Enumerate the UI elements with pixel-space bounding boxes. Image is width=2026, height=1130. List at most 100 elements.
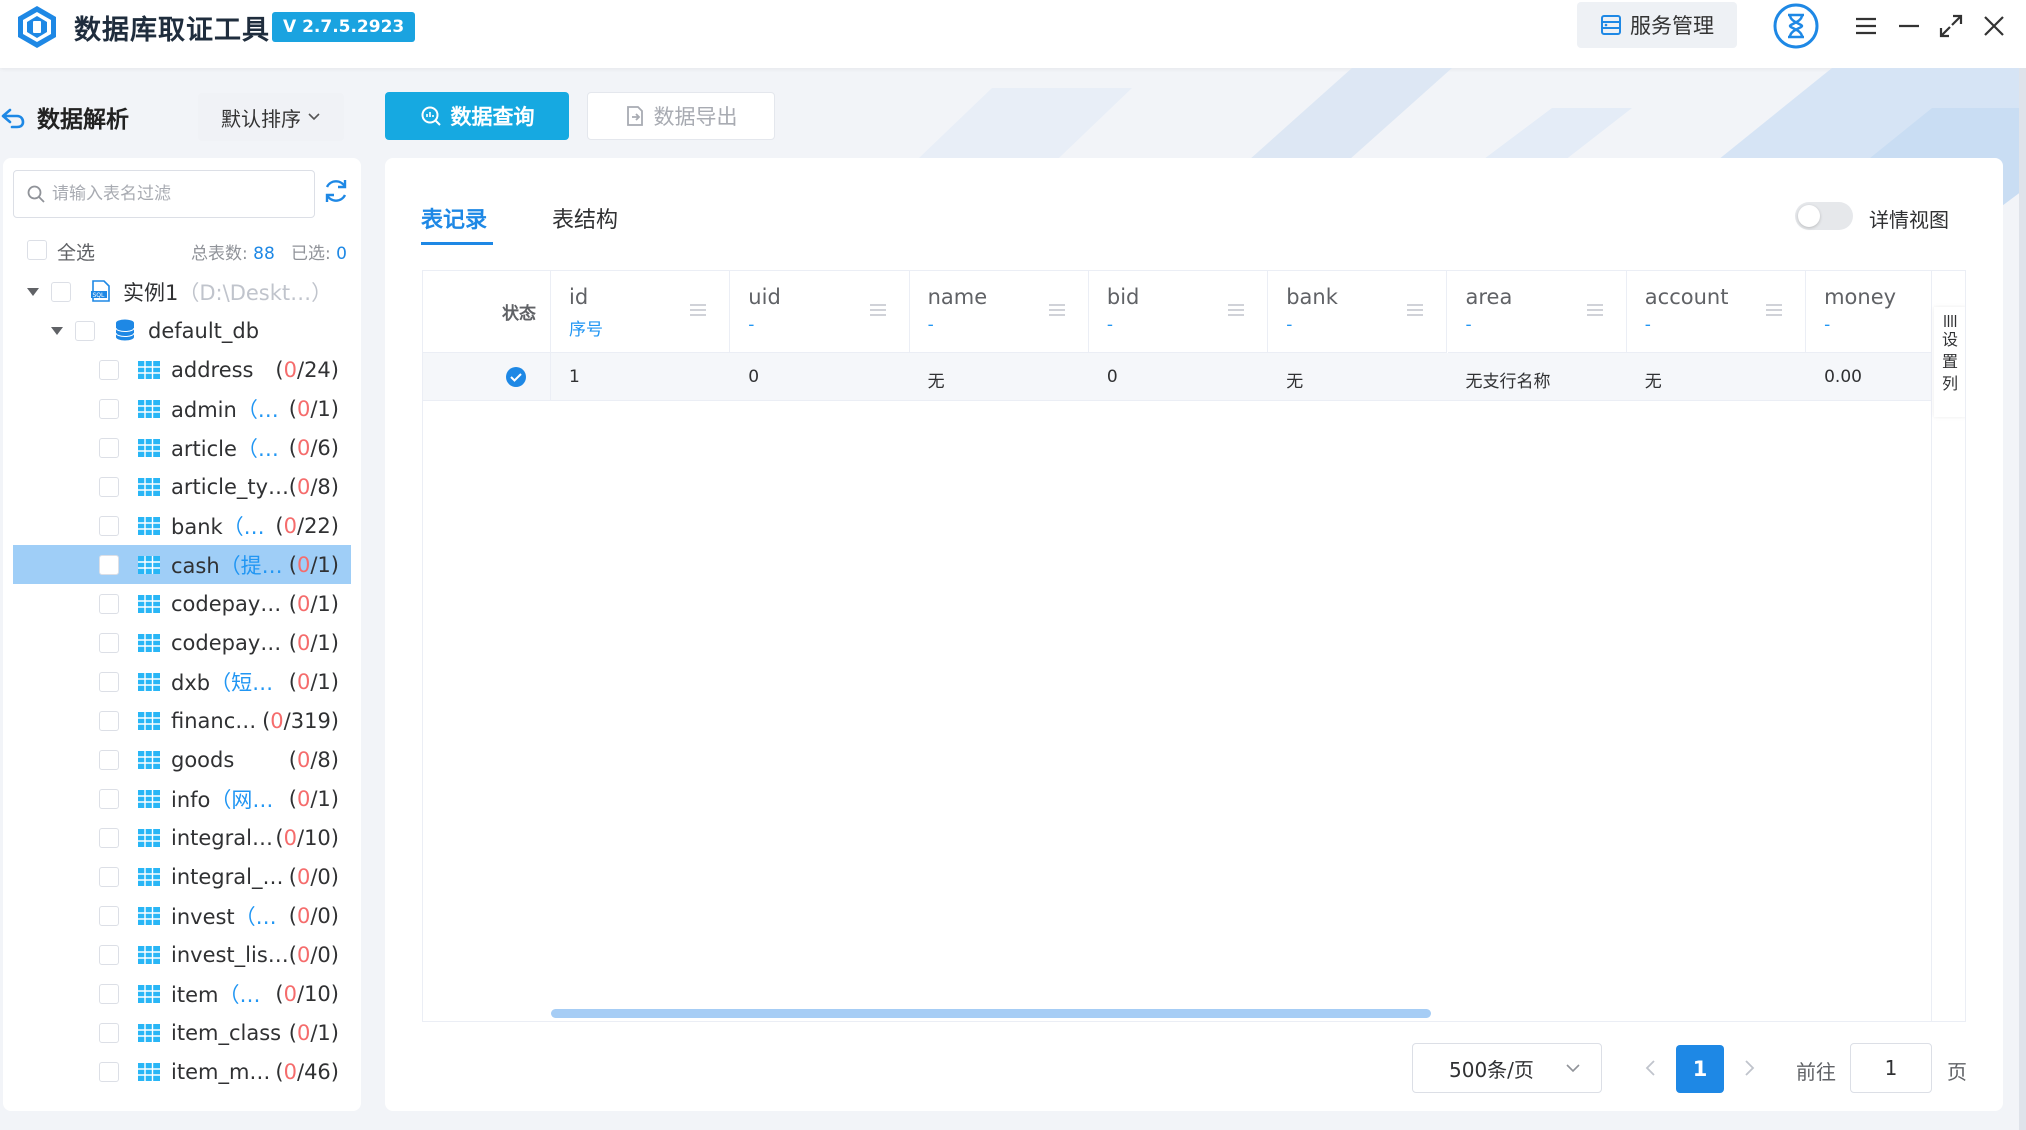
table-checkbox[interactable] — [99, 828, 119, 848]
column-settings-button[interactable]: 设置列 — [1934, 307, 1965, 417]
column-header[interactable]: area - — [1447, 271, 1627, 353]
current-page-button[interactable]: 1 — [1676, 1045, 1724, 1093]
table-checkbox[interactable] — [99, 672, 119, 692]
next-page-icon[interactable] — [1739, 1056, 1759, 1080]
close-icon[interactable] — [1980, 12, 2008, 40]
goto-page-input[interactable] — [1850, 1043, 1932, 1093]
menu-icon[interactable] — [1852, 12, 1880, 40]
instance-checkbox[interactable] — [51, 282, 71, 302]
column-menu-icon[interactable] — [1048, 301, 1066, 319]
table-checkbox[interactable] — [99, 945, 119, 965]
column-header[interactable]: bank - — [1268, 271, 1448, 353]
tab-structure[interactable]: 表结构 — [552, 202, 618, 234]
page-size-select[interactable]: 500条/页 — [1412, 1043, 1602, 1093]
table-record-count: (0/0) — [288, 864, 339, 889]
tree-table-item[interactable]: goods (0/8) — [13, 740, 351, 779]
tree-table-item[interactable]: invest_lis… (0/0) — [13, 935, 351, 974]
column-menu-icon[interactable] — [1765, 301, 1783, 319]
data-query-button[interactable]: 数据查询 — [385, 92, 569, 140]
table-checkbox[interactable] — [99, 867, 119, 887]
column-menu-icon[interactable] — [1227, 301, 1245, 319]
refresh-icon[interactable] — [321, 176, 351, 206]
tree-table-item[interactable]: article_ty… (0/8) — [13, 467, 351, 506]
tree-table-item[interactable]: invest（… (0/0) — [13, 896, 351, 935]
database-checkbox[interactable] — [75, 321, 95, 341]
table-record-count: (0/1) — [288, 669, 339, 694]
prev-page-icon[interactable] — [1641, 1056, 1661, 1080]
column-header[interactable]: uid - — [730, 271, 910, 353]
horizontal-scrollbar[interactable] — [551, 1009, 1431, 1018]
panel-title: 数据解析 — [37, 107, 129, 133]
table-checkbox[interactable] — [99, 477, 119, 497]
tree-table-item[interactable]: dxb（短… (0/1) — [13, 662, 351, 701]
table-grid-icon — [138, 907, 160, 925]
tree-table-item[interactable]: codepay… (0/1) — [13, 584, 351, 623]
tree-table-item[interactable]: bank（… (0/22) — [13, 506, 351, 545]
table-record-count: (0/24) — [275, 357, 339, 382]
table-checkbox[interactable] — [99, 984, 119, 1004]
tab-active-underline — [421, 242, 493, 245]
records-table: 状态 id 序号 uid - name - bid - bank - area - account - mo… — [422, 270, 1966, 1022]
column-header[interactable]: account - — [1626, 271, 1807, 353]
select-all-checkbox[interactable] — [27, 240, 47, 260]
tree-database-node[interactable]: default_db — [13, 311, 351, 350]
tree-instance-node[interactable]: SQL 实例1（D:\Deskt…） — [13, 272, 351, 311]
tree-table-item[interactable]: admin（… (0/1) — [13, 389, 351, 428]
table-checkbox[interactable] — [99, 711, 119, 731]
table-record-count: (0/319) — [262, 708, 339, 733]
column-name: area — [1465, 285, 1513, 309]
column-menu-icon[interactable] — [1586, 301, 1604, 319]
select-all-label: 全选 — [57, 242, 96, 264]
tree-table-item[interactable]: address (0/24) — [13, 350, 351, 389]
checked-circle-icon[interactable] — [505, 366, 527, 388]
table-checkbox[interactable] — [99, 789, 119, 809]
column-header[interactable]: bid - — [1088, 271, 1269, 353]
tree-table-item[interactable]: financ… (0/319) — [13, 701, 351, 740]
minimize-icon[interactable] — [1895, 12, 1923, 40]
table-checkbox[interactable] — [99, 906, 119, 926]
table-record-count: (0/1) — [288, 591, 339, 616]
table-checkbox[interactable] — [99, 438, 119, 458]
table-checkbox[interactable] — [99, 555, 119, 575]
tree-table-item[interactable]: integral… (0/10) — [13, 818, 351, 857]
tree-table-item[interactable]: integral_… (0/0) — [13, 857, 351, 896]
table-filter-input[interactable] — [52, 179, 308, 209]
column-menu-icon[interactable] — [869, 301, 887, 319]
column-menu-icon[interactable] — [689, 301, 707, 319]
column-header[interactable]: name - — [909, 271, 1089, 353]
hourglass-icon[interactable] — [1772, 2, 1820, 50]
column-divider — [550, 353, 551, 401]
table-checkbox[interactable] — [99, 1062, 119, 1082]
table-checkbox[interactable] — [99, 360, 119, 380]
maximize-icon[interactable] — [1937, 12, 1965, 40]
tree-table-item[interactable]: info（网… (0/1) — [13, 779, 351, 818]
table-checkbox[interactable] — [99, 1023, 119, 1043]
service-management-button[interactable]: 服务管理 — [1577, 2, 1737, 48]
detail-view-label: 详情视图 — [1869, 208, 1949, 232]
tree-table-item[interactable]: codepay… (0/1) — [13, 623, 351, 662]
tree-table-item[interactable]: article（… (0/6) — [13, 428, 351, 467]
tab-records[interactable]: 表记录 — [421, 202, 487, 234]
tree-table-item[interactable]: cash（提… (0/1) — [13, 545, 351, 584]
table-row[interactable]: 1 0 无 0 无 无支行名称 无 0.00 — [423, 353, 1941, 401]
columns-icon — [1944, 315, 1957, 327]
column-comment: - — [927, 315, 934, 335]
tree-table-item[interactable]: item（… (0/10) — [13, 974, 351, 1013]
table-checkbox[interactable] — [99, 750, 119, 770]
table-checkbox[interactable] — [99, 594, 119, 614]
tree-table-item[interactable]: item_m… (0/46) — [13, 1052, 351, 1091]
table-grid-icon — [138, 946, 160, 964]
detail-view-toggle[interactable] — [1795, 202, 1853, 230]
column-header[interactable]: id 序号 — [551, 271, 731, 353]
table-grid-icon — [138, 556, 160, 574]
table-checkbox[interactable] — [99, 516, 119, 536]
data-export-button[interactable]: 数据导出 — [587, 92, 775, 140]
tree-table-item[interactable]: item_class (0/1) — [13, 1013, 351, 1052]
caret-down-icon[interactable] — [27, 288, 39, 296]
sort-dropdown[interactable]: 默认排序 — [198, 93, 344, 141]
table-checkbox[interactable] — [99, 399, 119, 419]
caret-down-icon[interactable] — [51, 327, 63, 335]
column-menu-icon[interactable] — [1406, 301, 1424, 319]
back-arrow-icon[interactable] — [0, 104, 26, 130]
table-checkbox[interactable] — [99, 633, 119, 653]
